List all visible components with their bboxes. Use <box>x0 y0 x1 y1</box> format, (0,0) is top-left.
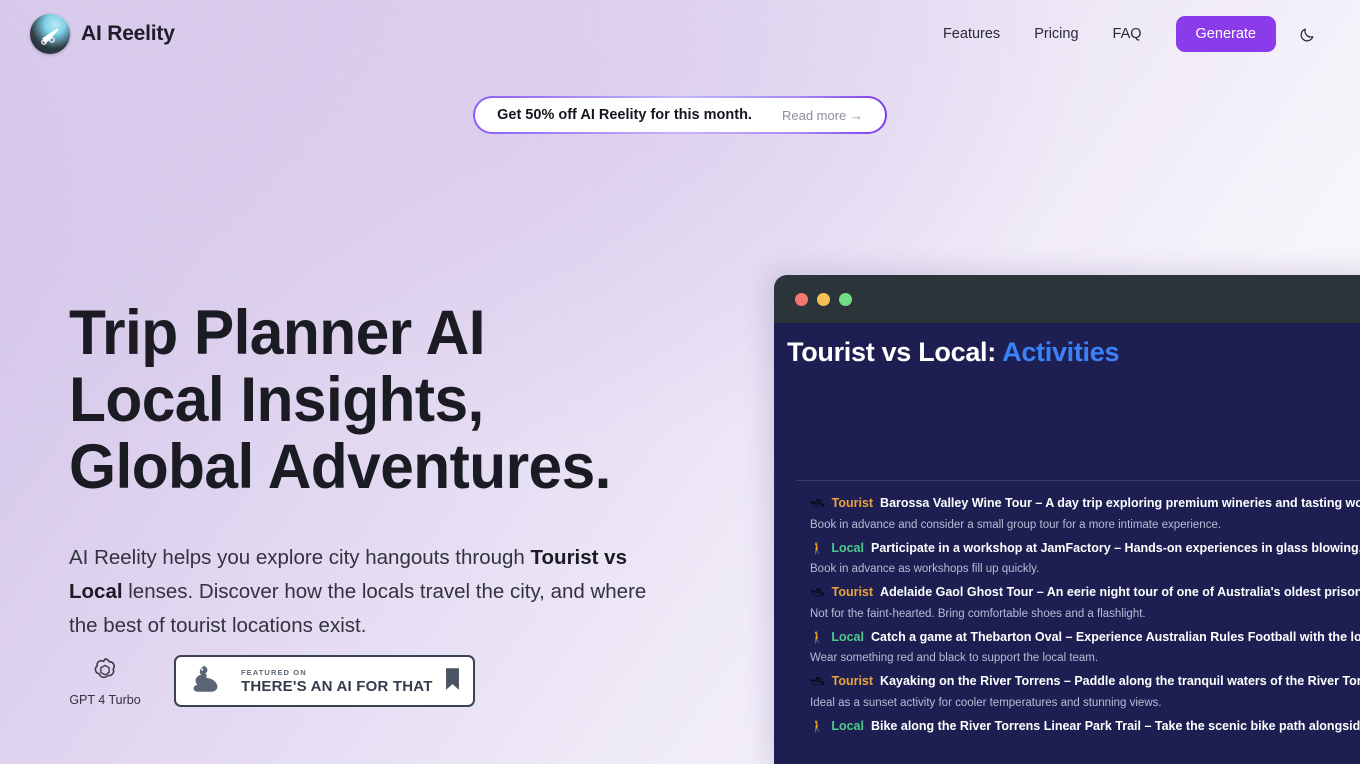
gpt-badge: GPT 4 Turbo <box>69 655 141 707</box>
tourist-boat-icon: 🛥 <box>810 587 825 599</box>
openai-logo-icon <box>90 655 120 690</box>
taaft-badge-subtitle: FEATURED ON <box>241 667 307 677</box>
panel-content: Tourist vs Local: Activities 🛶 🛥TouristB… <box>774 323 1360 764</box>
taaft-badge-title: THERE'S AN AI FOR THAT <box>241 677 433 695</box>
list-item-title: Adelaide Gaol Ghost Tour – An eerie nigh… <box>880 585 1360 599</box>
brand[interactable]: AI Reelity <box>30 14 175 54</box>
list-item[interactable]: 🚶 Local Participate in a workshop at JamFa… <box>774 536 1360 581</box>
tourist-boat-icon: 🛥 <box>810 498 825 510</box>
window-title-bar <box>774 275 1360 323</box>
list-item-note: Ideal as a sunset activity for cooler te… <box>810 696 1162 709</box>
nav-link-features[interactable]: Features <box>943 26 1000 42</box>
list-item-title: Catch a game at Thebarton Oval – Experie… <box>870 629 1360 644</box>
taaft-badge[interactable]: FEATURED ON THERE'S AN AI FOR THAT <box>174 655 475 707</box>
airplane-globe-icon <box>30 14 70 54</box>
list-item-tag: Tourist <box>831 496 874 510</box>
list-item-header: 🚶 Local Bike along the River Torrens Linea… <box>810 719 1360 734</box>
subtitle-part-2: lenses. Discover how the locals travel t… <box>69 580 647 637</box>
panel-heading: Tourist vs Local: Activities <box>774 323 1360 368</box>
list-item-tag: Local <box>831 718 864 733</box>
list-item-title: Participate in a workshop at JamFactory … <box>870 540 1360 555</box>
top-navigation-bar: AI Reelity Features Pricing FAQ Generate <box>0 0 1360 68</box>
list-item[interactable]: 🛥 Tourist Barossa Valley Wine Tour – A day… <box>774 491 1360 536</box>
list-item-tag: Local <box>831 540 864 555</box>
list-item-tag: Tourist <box>831 674 874 688</box>
local-walker-icon: 🚶 <box>810 542 825 555</box>
list-item[interactable]: 🚶 Local Catch a game at Thebarton Oval – E… <box>774 625 1360 670</box>
list-item-header: 🚶 Local Catch a game at Thebarton Oval – E… <box>810 630 1360 645</box>
local-walker-icon: 🚶 <box>810 720 825 733</box>
panel-heading-accent: Activities <box>1002 337 1120 367</box>
list-item-title: Kayaking on the River Torrens – Paddle a… <box>880 674 1360 688</box>
subtitle-part-1: AI Reelity helps you explore city hangou… <box>69 546 531 569</box>
page-title: Trip Planner AI Local Insights, Global A… <box>69 298 611 502</box>
panel-divider <box>796 480 1360 481</box>
list-item-title: Barossa Valley Wine Tour – A day trip ex… <box>880 496 1360 510</box>
list-item-note: Book in advance as workshops fill up qui… <box>810 563 1040 575</box>
list-item[interactable]: 🚶 Local Bike along the River Torrens Linea… <box>774 714 1360 739</box>
badges-row: GPT 4 Turbo FEATURED ON THERE'S AN AI FO… <box>69 655 475 707</box>
list-item-header: 🛥 Tourist Adelaide Gaol Ghost Tour – An ee… <box>810 585 1360 600</box>
generate-button[interactable]: Generate <box>1175 16 1276 52</box>
list-item-header: 🛥 Tourist Barossa Valley Wine Tour – A day… <box>810 496 1360 511</box>
hero-subtitle: AI Reelity helps you explore city hangou… <box>69 541 649 643</box>
list-item-header: 🚶 Local Participate in a workshop at JamFa… <box>810 541 1360 556</box>
nav-link-faq[interactable]: FAQ <box>1113 26 1142 42</box>
list-item-header: 🛥 Tourist Kayaking on the River Torrens – … <box>810 674 1360 689</box>
local-walker-icon: 🚶 <box>810 631 825 644</box>
promo-read-more-link[interactable]: Read more → <box>782 108 863 123</box>
nav-link-pricing[interactable]: Pricing <box>1034 26 1078 42</box>
list-item-title: Bike along the River Torrens Linear Park… <box>870 718 1360 733</box>
panel-heading-prefix: Tourist vs Local: <box>787 337 1003 367</box>
activities-list: 🛥 Tourist Barossa Valley Wine Tour – A day… <box>774 491 1360 738</box>
moon-icon[interactable] <box>1294 21 1320 47</box>
taaft-mascot-icon <box>189 662 229 701</box>
promo-banner-wrapper: Get 50% off AI Reelity for this month. R… <box>0 96 1360 134</box>
close-button[interactable] <box>795 292 808 306</box>
list-item-note: Not for the faint-hearted. Bring comfort… <box>810 607 1146 620</box>
promo-text: Get 50% off AI Reelity for this month. <box>497 107 752 123</box>
list-item-note: Wear something red and black to support … <box>810 652 1099 664</box>
tourist-boat-icon: 🛥 <box>810 676 825 688</box>
list-item-tag: Local <box>831 629 864 644</box>
list-item-tag: Tourist <box>831 585 874 599</box>
nav-links-group: Features Pricing FAQ Generate <box>943 16 1320 52</box>
app-preview-panel: Tourist vs Local: Activities 🛶 🛥TouristB… <box>774 275 1360 764</box>
maximize-button[interactable] <box>839 292 852 306</box>
list-item[interactable]: 🛥 Tourist Adelaide Gaol Ghost Tour – An ee… <box>774 580 1360 625</box>
hero-section: Trip Planner AI Local Insights, Global A… <box>69 300 709 643</box>
minimize-button[interactable] <box>817 292 830 306</box>
gpt-badge-label: GPT 4 Turbo <box>69 693 141 707</box>
brand-name: AI Reelity <box>81 22 175 45</box>
list-item[interactable]: 🛥 Tourist Kayaking on the River Torrens – … <box>774 669 1360 714</box>
list-item-note: Book in advance and consider a small gro… <box>810 518 1222 531</box>
bookmark-icon <box>445 667 460 696</box>
promo-banner[interactable]: Get 50% off AI Reelity for this month. R… <box>473 96 887 134</box>
